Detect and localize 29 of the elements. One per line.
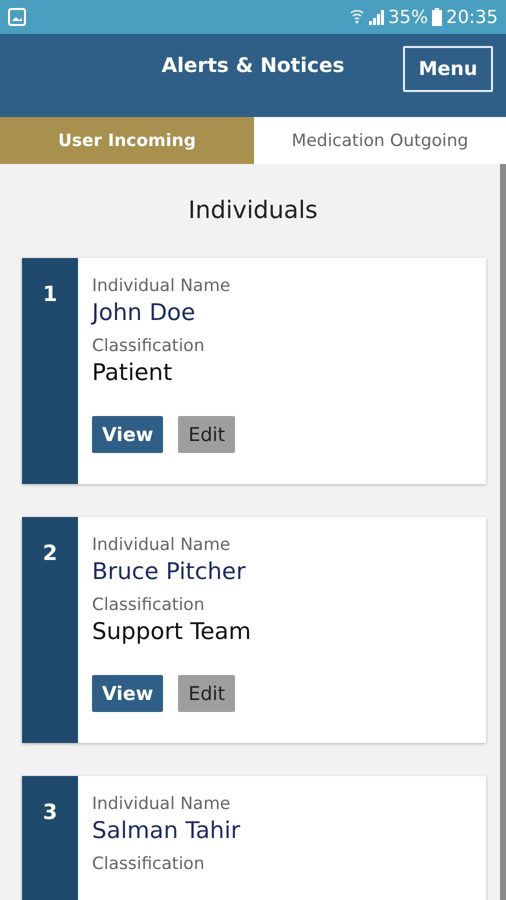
battery-percentage: 35% bbox=[388, 6, 428, 28]
classification-value: Support Team bbox=[92, 619, 252, 645]
edit-button[interactable]: Edit bbox=[178, 416, 236, 453]
tab[interactable]: User Incoming bbox=[0, 117, 254, 164]
field-label: Individual Name bbox=[92, 276, 230, 296]
field-label: Classification bbox=[92, 336, 204, 356]
header-title: Alerts & Notices bbox=[162, 52, 344, 76]
view-button[interactable]: View bbox=[92, 675, 164, 712]
card-number: 3 bbox=[42, 800, 58, 826]
signal-icon bbox=[368, 9, 384, 25]
card-number: 2 bbox=[42, 541, 58, 567]
card-number: 1 bbox=[42, 282, 58, 308]
individual-name: Bruce Pitcher bbox=[92, 559, 246, 585]
individual-name: John Doe bbox=[92, 300, 196, 326]
tab[interactable]: Medication Outgoing bbox=[254, 117, 506, 164]
menu-button[interactable]: Menu bbox=[403, 46, 493, 92]
view-button[interactable]: View bbox=[92, 416, 164, 453]
section-title: Individuals bbox=[188, 196, 318, 224]
individual-name: Salman Tahir bbox=[92, 818, 240, 844]
field-label: Classification bbox=[92, 854, 204, 874]
wifi-icon bbox=[350, 8, 364, 26]
clock-time: 20:35 bbox=[446, 6, 498, 28]
image-notification-icon bbox=[8, 8, 26, 26]
edit-button[interactable]: Edit bbox=[178, 675, 236, 712]
field-label: Classification bbox=[92, 595, 204, 615]
classification-value: Patient bbox=[92, 360, 172, 386]
battery-icon bbox=[432, 8, 442, 26]
field-label: Individual Name bbox=[92, 794, 230, 814]
field-label: Individual Name bbox=[92, 535, 230, 555]
